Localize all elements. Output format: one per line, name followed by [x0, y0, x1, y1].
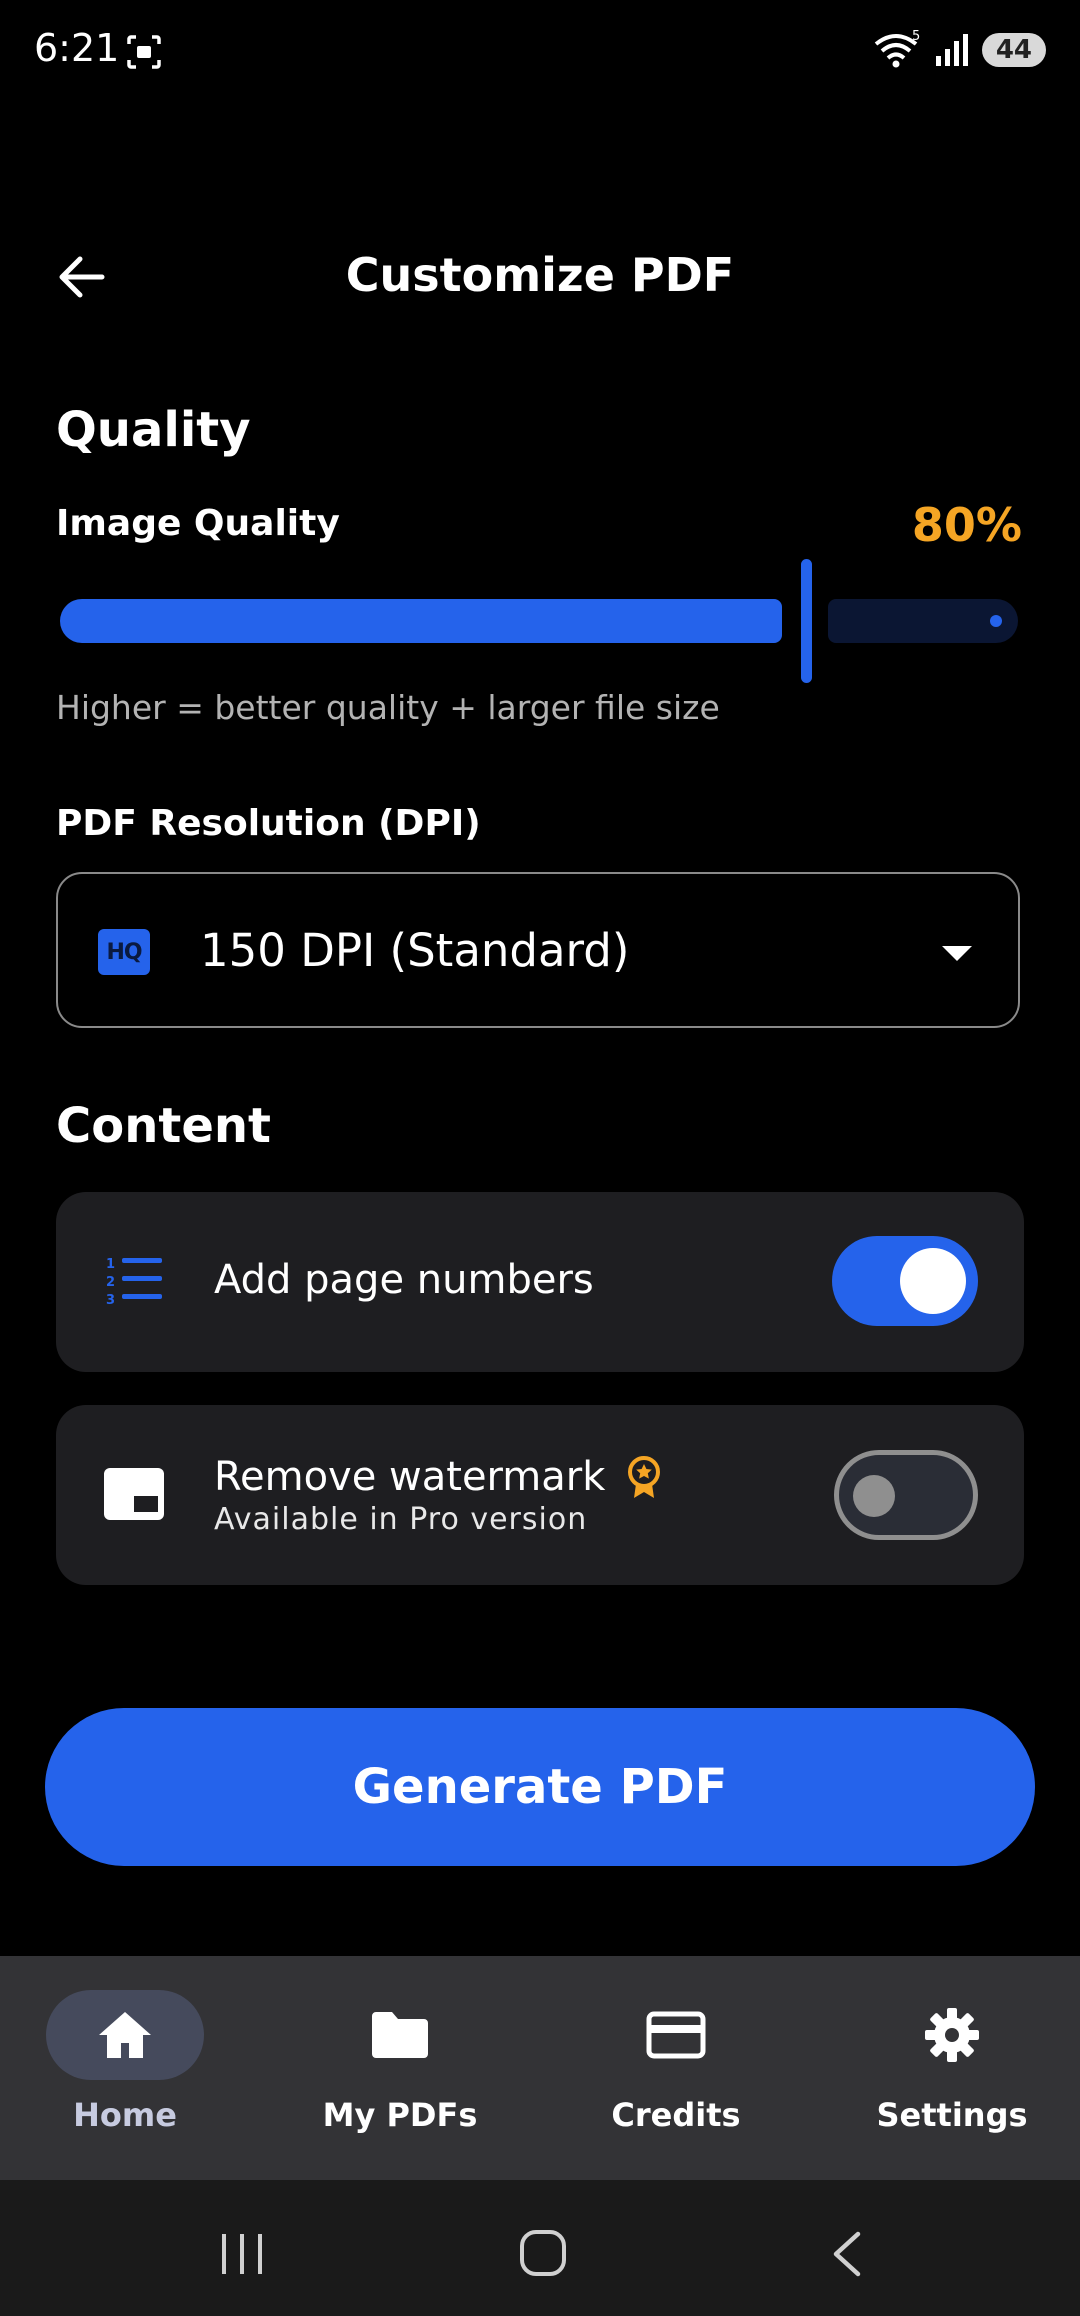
toggle-knob: [853, 1475, 895, 1517]
back-button-icon[interactable]: [826, 2230, 866, 2278]
folder-icon: [372, 2012, 428, 2058]
nav-item-my-pdfs[interactable]: My PDFs: [290, 1990, 510, 2134]
nav-label-credits: Credits: [611, 2096, 741, 2134]
nav-item-settings[interactable]: Settings: [842, 1990, 1062, 2134]
page-title: Customize PDF: [345, 248, 735, 302]
toggle-knob: [900, 1248, 966, 1314]
remove-watermark-label: Remove watermark: [214, 1454, 606, 1500]
hq-icon: HQ: [98, 929, 150, 975]
battery-indicator: 44: [981, 33, 1046, 67]
dpi-selected-value: 150 DPI (Standard): [200, 924, 630, 977]
quality-section-title: Quality: [56, 402, 251, 458]
svg-text:2: 2: [106, 1275, 115, 1290]
wifi-icon: 5: [874, 30, 920, 68]
svg-text:1: 1: [106, 1257, 115, 1272]
numbered-list-icon: 1 2 3: [106, 1257, 162, 1306]
dropdown-arrow-icon: [942, 946, 972, 961]
home-button-icon[interactable]: [518, 2228, 568, 2278]
slider-thumb[interactable]: [801, 559, 812, 683]
recent-apps-icon[interactable]: [218, 2232, 266, 2276]
screenshot-icon: [127, 35, 161, 69]
image-quality-value: 80%: [911, 498, 1022, 552]
nav-label-my-pdfs: My PDFs: [322, 2096, 478, 2134]
credit-card-icon: [646, 2011, 706, 2059]
premium-badge-icon: [628, 1456, 660, 1498]
page-numbers-toggle[interactable]: [832, 1236, 978, 1326]
pdf-resolution-label: PDF Resolution (DPI): [56, 803, 481, 844]
watermark-icon: [104, 1468, 164, 1520]
gear-icon: [925, 2008, 979, 2062]
nav-label-settings: Settings: [876, 2096, 1028, 2134]
slider-active-track: [60, 599, 782, 643]
svg-text:5: 5: [912, 30, 920, 44]
generate-pdf-button[interactable]: Generate PDF: [45, 1708, 1035, 1866]
image-quality-label: Image Quality: [56, 503, 340, 544]
status-icons: 5 44: [874, 30, 1046, 70]
slider-stop-indicator: [990, 615, 1002, 627]
svg-text:3: 3: [106, 1293, 115, 1306]
content-section-title: Content: [56, 1098, 271, 1154]
nav-label-home: Home: [73, 2096, 177, 2134]
remove-watermark-toggle[interactable]: [834, 1450, 978, 1540]
page-numbers-label: Add page numbers: [214, 1257, 594, 1303]
nav-item-credits[interactable]: Credits: [566, 1990, 786, 2134]
home-icon: [99, 2012, 151, 2058]
status-time: 6:21: [34, 26, 120, 70]
signal-icon: [935, 34, 968, 66]
pro-version-note: Available in Pro version: [214, 1502, 588, 1537]
nav-item-home[interactable]: Home: [15, 1990, 235, 2134]
quality-hint: Higher = better quality + larger file si…: [56, 688, 720, 727]
